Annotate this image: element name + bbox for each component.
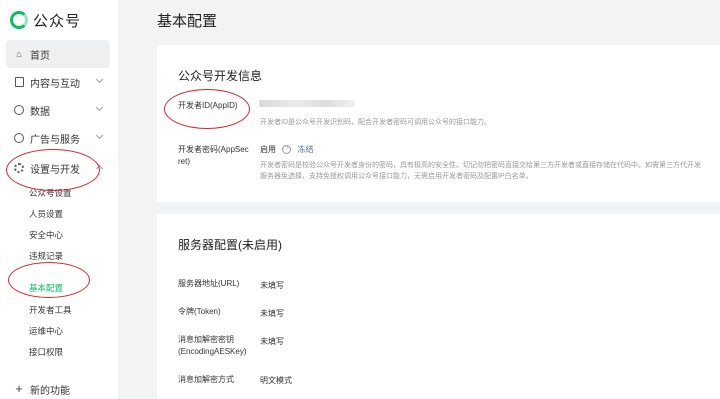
sidebar-item-label: 首页 (30, 50, 50, 62)
home-icon: ⌂ (16, 49, 22, 59)
chevron-up-icon (95, 164, 104, 173)
appsecret-status-row: 启用 ? 冻结 (260, 144, 313, 155)
server-config-card: 服务器配置(未启用) 服务器地址(URL) 未填写 令牌(Token) 未填写 … (157, 214, 720, 399)
sidebar-subitem-violations[interactable]: 违规记录 (29, 250, 63, 262)
plus-icon: + (15, 381, 23, 396)
appsecret-hint: 开发者密码是校验公众号开发者身份的密码，具有极高的安全性。切记勿把密码直接交给第… (260, 160, 720, 182)
server-config-title: 服务器配置(未启用) (178, 238, 282, 252)
sidebar-subitem-security[interactable]: 安全中心 (29, 229, 63, 241)
aes-key-label-line2: (EncodingAESKey) (178, 347, 247, 356)
chevron-down-icon (95, 131, 104, 140)
app-name: 公众号 (33, 12, 82, 30)
sidebar-item-label: 设置与开发 (30, 164, 80, 176)
sidebar-subitem-ops-center[interactable]: 运维中心 (29, 325, 63, 337)
aes-key-value: 未填写 (260, 337, 284, 346)
server-url-label: 服务器地址(URL) (178, 279, 240, 288)
encrypt-mode-value: 明文模式 (260, 376, 292, 385)
sidebar-item-content[interactable]: 内容与互动 (6, 68, 110, 96)
aes-key-label-line1: 消息加解密密钥 (178, 335, 234, 344)
sidebar-item-label: 内容与互动 (30, 78, 80, 90)
sidebar: 公众号 ⌂ 首页 内容与互动 数据 广告与服务 设置与开发 公众号设置 人员设置… (0, 0, 118, 399)
sidebar-subitem-staff[interactable]: 人员设置 (29, 208, 63, 220)
appid-hint: 开发者ID是公众号开发识别码，配合开发者密码可调用公众号的接口能力。 (260, 119, 491, 126)
sidebar-subitem-api-permissions[interactable]: 接口权限 (29, 346, 63, 358)
appid-label: 开发者ID(AppID) (178, 101, 238, 110)
appsecret-hint-line1: 开发者密码是校验公众号开发者身份的密码，具有极高的安全性。切记勿把密码直接交给第… (260, 162, 701, 169)
appsecret-label: 开发者密码(AppSec ret) (178, 144, 249, 168)
token-label: 令牌(Token) (178, 307, 221, 316)
dev-info-card: 公众号开发信息 开发者ID(AppID) 开发者ID是公众号开发识别码，配合开发… (157, 45, 720, 202)
sidebar-item-data[interactable]: 数据 (6, 96, 110, 124)
chevron-down-icon (95, 103, 104, 112)
aes-key-label: 消息加解密密钥 (EncodingAESKey) (178, 334, 246, 358)
freeze-link[interactable]: 冻结 (297, 145, 313, 154)
token-value: 未填写 (260, 309, 284, 318)
sidebar-item-settings[interactable]: 设置与开发 (6, 154, 110, 182)
chevron-down-icon (95, 75, 104, 84)
sidebar-item-home[interactable]: ⌂ 首页 (6, 40, 110, 68)
dev-info-title: 公众号开发信息 (178, 69, 263, 83)
appsecret-label-line2: ret) (178, 157, 190, 166)
compass-icon (14, 133, 24, 143)
sidebar-subitem-account-settings[interactable]: 公众号设置 (29, 187, 72, 199)
sidebar-subitem-basic-config[interactable]: 基本配置 (29, 282, 63, 294)
sidebar-item-ads[interactable]: 广告与服务 (6, 124, 110, 152)
server-url-value: 未填写 (260, 281, 284, 290)
appsecret-label-line1: 开发者密码(AppSec (178, 145, 249, 154)
encrypt-mode-label: 消息加解密方式 (178, 375, 234, 384)
app-logo[interactable]: 公众号 (10, 10, 81, 30)
sidebar-item-label: 新的功能 (30, 385, 70, 397)
pie-chart-icon (14, 105, 24, 115)
appsecret-status: 启用 (260, 145, 276, 154)
help-icon[interactable]: ? (282, 145, 292, 155)
appsecret-hint-line2: 服务器免选择，支持免授权调用公众号接口能力，无需启用开发者密码及配置IP白名单。 (260, 173, 533, 180)
sidebar-item-new-features[interactable]: + 新的功能 (6, 375, 110, 399)
wechat-logo-icon (10, 11, 28, 29)
sidebar-item-label: 数据 (30, 106, 50, 118)
appid-value-redacted (259, 100, 355, 107)
sidebar-item-label: 广告与服务 (30, 134, 80, 146)
gear-icon (14, 163, 24, 173)
page-title: 基本配置 (157, 13, 218, 30)
document-icon (14, 77, 24, 87)
sidebar-subitem-dev-tools[interactable]: 开发者工具 (29, 304, 72, 316)
